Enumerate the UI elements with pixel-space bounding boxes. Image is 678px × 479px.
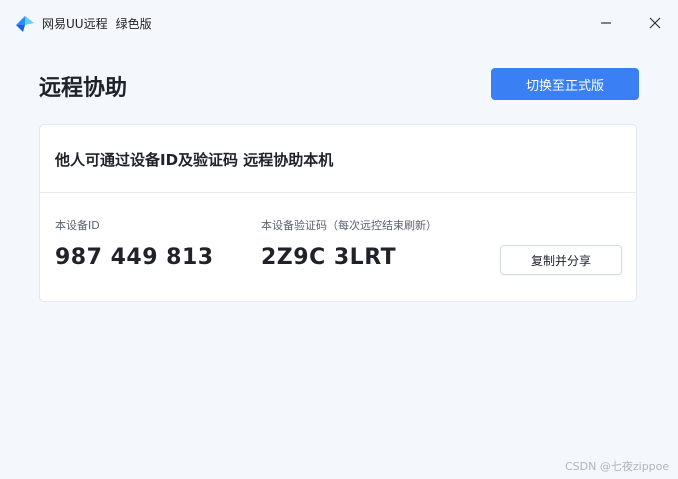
verification-code-label: 本设备验证码（每次远控结束刷新） [261,219,437,232]
copy-and-share-button[interactable]: 复制并分享 [500,245,622,275]
page-title: 远程协助 [39,76,128,101]
close-icon [649,17,661,29]
device-id-value: 987 449 813 [55,245,214,270]
minimize-button[interactable] [592,10,620,36]
device-id-label: 本设备ID [55,219,100,232]
minimize-icon [601,22,611,24]
app-edition: 绿色版 [115,17,152,31]
watermark: CSDN @七夜zippoe [565,460,670,473]
card-title: 他人可通过设备ID及验证码 远程协助本机 [55,151,334,169]
title-bar: 网易UU远程 绿色版 [0,0,678,46]
app-name: 网易UU远程 [42,17,108,31]
card-header: 他人可通过设备ID及验证码 远程协助本机 [40,125,636,193]
verification-code-value: 2Z9C 3LRT [261,245,397,270]
uu-logo-icon [16,16,34,32]
remote-assist-card: 他人可通过设备ID及验证码 远程协助本机 本设备ID 987 449 813 本… [39,124,637,302]
app-title: 网易UU远程 绿色版 [42,15,152,32]
switch-to-official-button[interactable]: 切换至正式版 [491,68,639,100]
close-button[interactable] [641,10,669,36]
